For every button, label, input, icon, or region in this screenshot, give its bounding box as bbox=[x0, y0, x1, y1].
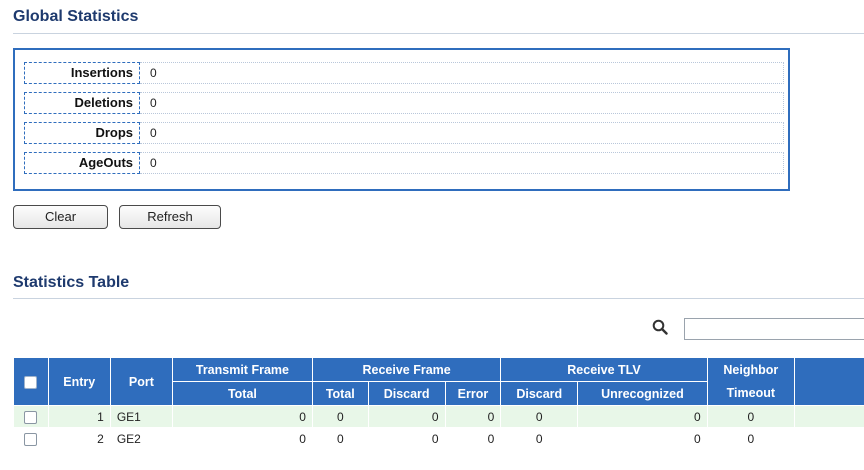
cell-tlv-unrecognized: 0 bbox=[577, 427, 708, 450]
refresh-button[interactable]: Refresh bbox=[119, 205, 221, 229]
col-tlv-discard[interactable]: Discard bbox=[500, 381, 579, 406]
cell-transmit-total: 0 bbox=[171, 405, 313, 428]
row-select-cell bbox=[13, 405, 49, 428]
table-row[interactable]: 1 GE1 0 0 0 0 0 0 0 bbox=[13, 405, 864, 428]
stat-label: AgeOuts bbox=[24, 152, 140, 174]
statistics-table: Entry Port Transmit Frame Receive Frame … bbox=[13, 357, 864, 450]
col-entry[interactable]: Entry bbox=[47, 357, 111, 406]
col-receive-discard[interactable]: Discard bbox=[367, 381, 446, 406]
cell-tlv-discard: 0 bbox=[500, 405, 579, 428]
stat-value: 0 bbox=[140, 122, 784, 144]
statistics-table-title: Statistics Table bbox=[13, 274, 130, 291]
cell-receive-error: 0 bbox=[444, 427, 502, 450]
col-group-receive-frame: Receive Frame bbox=[311, 357, 502, 382]
cell-entry: 1 bbox=[47, 405, 111, 428]
stat-value: 0 bbox=[140, 92, 784, 114]
cell-transmit-total: 0 bbox=[171, 427, 313, 450]
cell-port: GE2 bbox=[109, 427, 173, 450]
cell-neighbor-timeout: 0 bbox=[706, 427, 796, 450]
cell-spacer bbox=[794, 405, 864, 428]
col-neighbor-timeout-line2[interactable]: Timeout bbox=[706, 381, 796, 406]
stat-label: Drops bbox=[24, 122, 140, 144]
global-statistics-panel: Insertions 0 Deletions 0 Drops 0 AgeOuts… bbox=[13, 48, 790, 191]
stat-row-ageouts: AgeOuts 0 bbox=[24, 152, 784, 174]
cell-receive-discard: 0 bbox=[367, 427, 446, 450]
search-input[interactable] bbox=[684, 318, 864, 340]
select-all-checkbox[interactable] bbox=[24, 375, 38, 389]
stat-row-deletions: Deletions 0 bbox=[24, 92, 784, 114]
search-icon bbox=[652, 319, 668, 335]
cell-tlv-discard: 0 bbox=[500, 427, 579, 450]
stat-value: 0 bbox=[140, 152, 784, 174]
cell-receive-total: 0 bbox=[311, 427, 369, 450]
col-receive-error[interactable]: Error bbox=[444, 381, 502, 406]
col-group-receive-tlv: Receive TLV bbox=[500, 357, 708, 382]
row-select-cell bbox=[13, 427, 49, 450]
global-statistics-title: Global Statistics bbox=[13, 8, 139, 25]
stat-label: Deletions bbox=[24, 92, 140, 114]
cell-entry: 2 bbox=[47, 427, 111, 450]
cell-receive-discard: 0 bbox=[367, 405, 446, 428]
cell-receive-total: 0 bbox=[311, 405, 369, 428]
cell-neighbor-timeout: 0 bbox=[706, 405, 796, 428]
cell-port: GE1 bbox=[109, 405, 173, 428]
col-receive-total[interactable]: Total bbox=[311, 381, 369, 406]
col-tlv-unrecognized[interactable]: Unrecognized bbox=[577, 381, 708, 406]
stat-label: Insertions bbox=[24, 62, 140, 84]
title-divider bbox=[13, 33, 864, 34]
clear-button[interactable]: Clear bbox=[13, 205, 108, 229]
col-port[interactable]: Port bbox=[109, 357, 173, 406]
cell-tlv-unrecognized: 0 bbox=[577, 405, 708, 428]
stat-value: 0 bbox=[140, 62, 784, 84]
select-all-header bbox=[13, 357, 49, 406]
cell-receive-error: 0 bbox=[444, 405, 502, 428]
col-transmit-total[interactable]: Total bbox=[171, 381, 313, 406]
stat-row-insertions: Insertions 0 bbox=[24, 62, 784, 84]
col-neighbor-timeout-line1[interactable]: Neighbor bbox=[706, 357, 796, 382]
col-group-transmit-frame: Transmit Frame bbox=[171, 357, 313, 382]
table-row[interactable]: 2 GE2 0 0 0 0 0 0 0 bbox=[13, 427, 864, 450]
row-checkbox[interactable] bbox=[24, 432, 38, 446]
cell-spacer bbox=[794, 427, 864, 450]
col-spacer bbox=[794, 357, 864, 406]
row-checkbox[interactable] bbox=[24, 410, 38, 424]
stat-row-drops: Drops 0 bbox=[24, 122, 784, 144]
table-title-divider bbox=[13, 298, 864, 299]
